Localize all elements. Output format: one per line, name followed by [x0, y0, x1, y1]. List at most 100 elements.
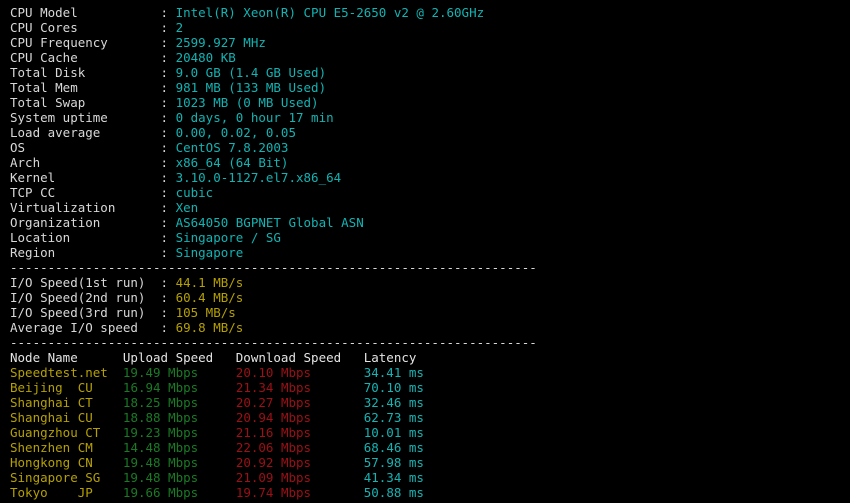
sysinfo-value: 3.10.0-1127.el7.x86_64 — [175, 170, 342, 185]
latency-cell: 41.34 ms — [363, 470, 424, 485]
sysinfo-colon: : — [160, 35, 176, 50]
sysinfo-row: Total Mem : 981 MB (133 MB Used) — [0, 80, 850, 95]
sysinfo-label: Total Swap — [10, 95, 161, 110]
sysinfo-colon: : — [160, 200, 176, 215]
separator-line-one: ----------------------------------------… — [10, 260, 537, 275]
sysinfo-label: Total Mem — [10, 80, 161, 95]
node-isp-cell: CM — [77, 440, 93, 455]
sysinfo-row: TCP CC : cubic — [0, 185, 850, 200]
latency-cell: 34.41 ms — [363, 365, 424, 380]
node-name-gap — [70, 455, 78, 470]
speedtest-header-row: Node Name Upload Speed Download Speed La… — [0, 350, 850, 365]
header-download-speed: Download Speed — [235, 350, 364, 365]
separator-line-two: ----------------------------------------… — [10, 335, 537, 350]
sysinfo-row: Virtualization : Xen — [0, 200, 850, 215]
speedtest-table: Node Name Upload Speed Download Speed La… — [0, 350, 850, 500]
sysinfo-row: Arch : x86_64 (64 Bit) — [0, 155, 850, 170]
speedtest-row: Shenzhen CM 14.48 Mbps 22.06 Mbps 68.46 … — [0, 440, 850, 455]
sysinfo-row: CPU Cache : 20480 KB — [0, 50, 850, 65]
node-name-gap — [70, 440, 78, 455]
node-isp-cell: CU — [77, 380, 93, 395]
sysinfo-label: Region — [10, 245, 161, 260]
node-name-gap — [63, 380, 78, 395]
io-speed-colon: : — [160, 305, 176, 320]
node-name-cell: Shanghai — [10, 395, 71, 410]
latency-cell: 10.01 ms — [363, 425, 424, 440]
node-name-gap — [70, 395, 78, 410]
sysinfo-value: 20480 KB — [175, 50, 236, 65]
sysinfo-value: 2 — [175, 20, 184, 35]
sysinfo-value: cubic — [175, 185, 214, 200]
io-speed-value: 60.4 MB/s — [175, 290, 244, 305]
upload-speed-cell: 19.23 Mbps — [122, 425, 236, 440]
sysinfo-value: 0 days, 0 hour 17 min — [175, 110, 334, 125]
speedtest-row: Beijing CU 16.94 Mbps 21.34 Mbps 70.10 m… — [0, 380, 850, 395]
sysinfo-label: Kernel — [10, 170, 161, 185]
separator-one: ----------------------------------------… — [0, 260, 850, 275]
download-speed-cell: 20.94 Mbps — [235, 410, 364, 425]
sysinfo-colon: : — [160, 110, 176, 125]
io-speed-label: Average I/O speed — [10, 320, 161, 335]
upload-speed-cell: 18.88 Mbps — [122, 410, 236, 425]
sysinfo-row: Load average : 0.00, 0.02, 0.05 — [0, 125, 850, 140]
sysinfo-label: Virtualization — [10, 200, 161, 215]
latency-cell: 70.10 ms — [363, 380, 424, 395]
speedtest-row: Guangzhou CT 19.23 Mbps 21.16 Mbps 10.01… — [0, 425, 850, 440]
io-speed-colon: : — [160, 320, 176, 335]
node-field-pad — [93, 455, 123, 470]
sysinfo-value: 1023 MB (0 MB Used) — [175, 95, 319, 110]
node-field-pad — [93, 410, 123, 425]
io-speed-value: 44.1 MB/s — [175, 275, 244, 290]
terminal-window: CPU Model : Intel(R) Xeon(R) CPU E5-2650… — [0, 0, 850, 503]
node-isp-cell: CU — [77, 410, 93, 425]
download-speed-cell: 21.09 Mbps — [235, 470, 364, 485]
speedtest-row: Shanghai CT 18.25 Mbps 20.27 Mbps 32.46 … — [0, 395, 850, 410]
header-latency: Latency — [363, 350, 417, 365]
sysinfo-row: Organization : AS64050 BGPNET Global ASN — [0, 215, 850, 230]
sysinfo-colon: : — [160, 245, 176, 260]
upload-speed-cell: 18.25 Mbps — [122, 395, 236, 410]
io-speed-colon: : — [160, 275, 176, 290]
sysinfo-value: Singapore — [175, 245, 244, 260]
speedtest-row: Speedtest.net 19.49 Mbps 20.10 Mbps 34.4… — [0, 365, 850, 380]
node-field-pad — [93, 380, 123, 395]
io-speed-row: Average I/O speed : 69.8 MB/s — [0, 320, 850, 335]
node-isp-cell: SG — [85, 470, 101, 485]
latency-cell: 32.46 ms — [363, 395, 424, 410]
sysinfo-colon: : — [160, 155, 176, 170]
sysinfo-value: AS64050 BGPNET Global ASN — [175, 215, 364, 230]
sysinfo-value: 981 MB (133 MB Used) — [175, 80, 327, 95]
sysinfo-label: OS — [10, 140, 161, 155]
sysinfo-colon: : — [160, 140, 176, 155]
io-speed-block: I/O Speed(1st run) : 44.1 MB/s I/O Speed(… — [0, 275, 850, 335]
sysinfo-row: Kernel : 3.10.0-1127.el7.x86_64 — [0, 170, 850, 185]
speedtest-row: Tokyo JP 19.66 Mbps 19.74 Mbps 50.88 ms — [0, 485, 850, 500]
sysinfo-value: 2599.927 MHz — [175, 35, 266, 50]
sysinfo-row: CPU Model : Intel(R) Xeon(R) CPU E5-2650… — [0, 5, 850, 20]
sysinfo-value: Xen — [175, 200, 199, 215]
sysinfo-colon: : — [160, 230, 176, 245]
node-name-cell: Guangzhou — [10, 425, 78, 440]
latency-cell: 68.46 ms — [363, 440, 424, 455]
upload-speed-cell: 19.66 Mbps — [122, 485, 236, 500]
sysinfo-row: Region : Singapore — [0, 245, 850, 260]
download-speed-cell: 19.74 Mbps — [235, 485, 364, 500]
sysinfo-value: Singapore / SG — [175, 230, 281, 245]
sysinfo-row: System uptime : 0 days, 0 hour 17 min — [0, 110, 850, 125]
sysinfo-row: OS : CentOS 7.8.2003 — [0, 140, 850, 155]
sysinfo-label: Total Disk — [10, 65, 161, 80]
sysinfo-colon: : — [160, 65, 176, 80]
system-info-block: CPU Model : Intel(R) Xeon(R) CPU E5-2650… — [0, 5, 850, 260]
upload-speed-cell: 14.48 Mbps — [122, 440, 236, 455]
sysinfo-colon: : — [160, 170, 176, 185]
node-isp-cell: CN — [77, 455, 93, 470]
sysinfo-colon: : — [160, 185, 176, 200]
sysinfo-value: Intel(R) Xeon(R) CPU E5-2650 v2 @ 2.60GH… — [175, 5, 485, 20]
io-speed-label: I/O Speed(3rd run) — [10, 305, 161, 320]
sysinfo-label: CPU Model — [10, 5, 161, 20]
node-isp-cell: CT — [85, 425, 101, 440]
io-speed-row: I/O Speed(2nd run) : 60.4 MB/s — [0, 290, 850, 305]
sysinfo-value: 0.00, 0.02, 0.05 — [175, 125, 296, 140]
sysinfo-row: CPU Cores : 2 — [0, 20, 850, 35]
sysinfo-colon: : — [160, 215, 176, 230]
